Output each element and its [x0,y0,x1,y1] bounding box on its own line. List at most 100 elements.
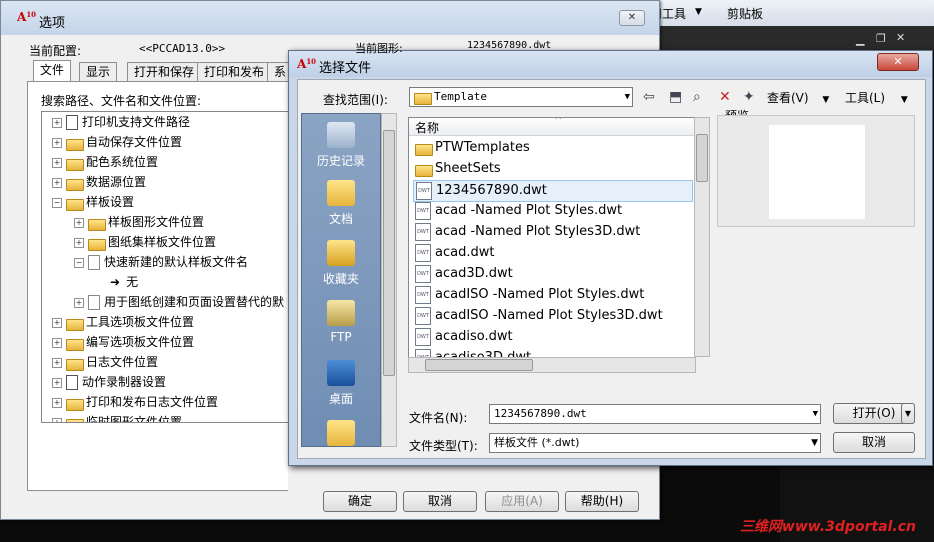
tree-item[interactable]: ➜ 无 [96,272,138,292]
back-icon[interactable]: ⇦ [643,89,655,105]
tree-item[interactable]: + 工具选项板文件位置 [52,312,194,332]
places-scrollbar[interactable] [381,113,397,447]
place-history[interactable]: 历史记录 [302,122,380,169]
tree-item[interactable]: + 图纸集样板文件位置 [74,232,216,252]
file-list-item[interactable]: DWT acadISO -Named Plot Styles3D.dwt [415,306,663,326]
chevron-down-icon[interactable]: ▼ [813,405,818,423]
tab-display[interactable]: 显示 [79,62,118,81]
folder-icon [66,357,84,371]
file-list-item[interactable]: SheetSets [415,159,501,179]
expand-icon[interactable]: + [52,177,62,188]
file-list-item[interactable]: DWT 1234567890.dwt [413,180,693,202]
chevron-down-icon[interactable]: ▼ [811,434,818,452]
arrow-right-icon: ➜ [110,275,121,289]
help-button[interactable]: 帮助(H) [565,491,639,512]
tree-item[interactable]: − 快速新建的默认样板文件名 [74,252,248,272]
ribbon-dropdown-icon[interactable]: ▼ [695,7,702,17]
place-documents[interactable]: 文档 [302,180,380,227]
file-list-header: 名称 ^ [409,118,695,136]
file-list-vertical-scrollbar[interactable] [694,117,710,357]
current-profile-value: <<PCCAD13.0>> [139,42,226,55]
apply-button[interactable]: 应用(A) [485,491,559,512]
look-in-combo[interactable]: Template ▼ [409,87,633,107]
vertical-scroll-thumb[interactable] [696,134,708,182]
file-list-item[interactable]: DWT acad3D.dwt [415,264,513,284]
tree-item[interactable]: + 编写选项板文件位置 [52,332,194,352]
cancel-file-button[interactable]: 取消 [833,432,915,453]
chevron-down-icon: ▼ [822,95,830,105]
views-menu[interactable]: 查看(V) ▼ [767,89,829,106]
tree-item[interactable]: + 动作录制器设置 [52,372,166,392]
expand-icon[interactable]: + [52,317,62,328]
place-favorites[interactable]: 收藏夹 [302,240,380,287]
place-ftp[interactable]: FTP [302,300,380,344]
tree-item[interactable]: + 用于图纸创建和页面设置替代的默 [74,292,284,312]
cancel-button[interactable]: 取消 [403,491,477,512]
tab-open-save[interactable]: 打开和保存 [127,62,202,81]
tree-item[interactable]: + 数据源位置 [52,172,146,192]
file-name: acadISO -Named Plot Styles.dwt [435,287,645,302]
up-folder-icon[interactable]: ⬒ [669,89,682,105]
tree-item[interactable]: + 打印和发布日志文件位置 [52,392,218,412]
file-name-input[interactable]: 1234567890.dwt ▼ [489,404,821,424]
tree-item[interactable]: − 样板设置 [52,192,134,212]
minimize-icon[interactable]: ▁ [856,33,864,46]
select-file-dialog: A10 选择文件 当前图形: 1234567890.dwt ✕ 查找范围(I):… [288,40,933,466]
tree-item[interactable]: + 配色系统位置 [52,152,158,172]
tree-item[interactable]: + 自动保存文件位置 [52,132,182,152]
file-location-tree[interactable]: + 打印机支持文件路径 + 自动保存文件位置 + 配色系统位置 + 数据源位置 − 样板设置 + 样板… [41,111,298,423]
dwt-file-icon: DWT [415,285,431,304]
chevron-down-icon[interactable]: ▼ [625,88,630,106]
place-desktop[interactable]: 桌面 [302,360,380,407]
expand-icon[interactable]: + [74,217,84,228]
file-name: 1234567890.dwt [436,183,547,198]
search-web-icon[interactable]: ⌕ [693,89,701,105]
horizontal-scroll-thumb[interactable] [425,359,533,371]
expand-icon[interactable]: + [52,137,62,148]
open-dropdown-arrow[interactable]: ▼ [901,403,915,424]
expand-icon[interactable]: + [52,417,62,422]
file-list-item[interactable]: DWT acad -Named Plot Styles.dwt [415,201,622,221]
tree-item[interactable]: + 打印机支持文件路径 [52,112,190,132]
expand-icon[interactable]: + [52,117,62,128]
collapse-icon[interactable]: − [52,197,62,208]
file-name-label: 文件名(N): [409,411,468,425]
places-scroll-thumb[interactable] [383,130,395,376]
new-folder-icon[interactable]: ✦ [743,89,755,105]
select-file-close-button[interactable]: ✕ [877,53,919,71]
expand-icon[interactable]: + [52,157,62,168]
tools-menu[interactable]: 工具(L) ▼ [845,89,908,106]
tree-item[interactable]: + 临时图形文件位置 [52,412,182,422]
place-more[interactable] [302,420,380,450]
file-list-item[interactable]: DWT acadiso.dwt [415,327,513,347]
collapse-icon[interactable]: − [74,257,84,268]
tab-plot-publish[interactable]: 打印和发布 [197,62,272,81]
options-close-button[interactable]: ✕ [619,10,645,26]
file-list-item[interactable]: DWT acad -Named Plot Styles3D.dwt [415,222,640,242]
expand-icon[interactable]: + [74,237,84,248]
ribbon-clipboard-button[interactable]: 剪贴板 [727,5,763,22]
expand-icon[interactable]: + [52,357,62,368]
restore-icon[interactable]: ❐ [876,32,886,45]
file-type-select[interactable]: 样板文件 (*.dwt) ▼ [489,433,821,453]
column-name[interactable]: 名称 [415,119,439,136]
tab-files[interactable]: 文件 [33,60,72,82]
tree-item[interactable]: + 样板图形文件位置 [74,212,204,232]
expand-icon[interactable]: + [52,397,62,408]
tree-item-label: 快速新建的默认样板文件名 [104,255,249,269]
close-icon[interactable]: ✕ [896,31,905,44]
file-list-horizontal-scrollbar[interactable] [408,357,696,373]
file-list-item[interactable]: PTWTemplates [415,138,530,158]
file-list-item[interactable]: DWT acadISO -Named Plot Styles.dwt [415,285,644,305]
file-list[interactable]: 名称 ^ PTWTemplates SheetSets DWT 1234567890.… [408,117,696,373]
file-list-item[interactable]: DWT acad.dwt [415,243,494,263]
expand-icon[interactable]: + [52,337,62,348]
ok-button[interactable]: 确定 [323,491,397,512]
sort-ascending-icon: ^ [555,117,562,124]
tree-item[interactable]: + 日志文件位置 [52,352,158,372]
delete-icon[interactable]: ✕ [719,89,731,105]
dwt-file-icon: DWT [415,264,431,283]
expand-icon[interactable]: + [52,377,62,388]
template-file-icon [88,255,100,270]
expand-icon[interactable]: + [74,297,84,308]
